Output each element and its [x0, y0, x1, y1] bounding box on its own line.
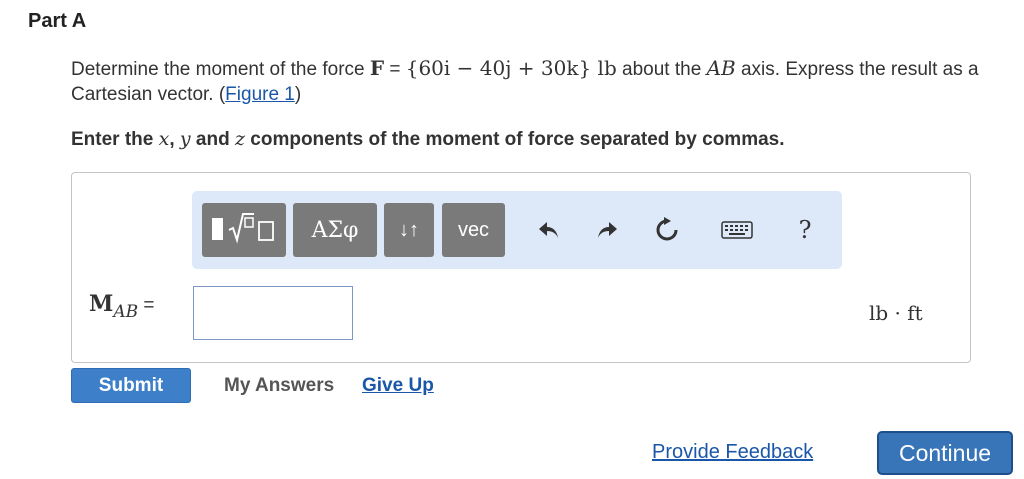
help-button[interactable]: ? [790, 215, 820, 245]
equals-sign: = [384, 59, 406, 80]
my-answers-button[interactable]: My Answers [224, 375, 334, 397]
instruction-and: and [190, 129, 235, 150]
instruction-text: Enter the x, y and z components of the m… [71, 128, 785, 151]
instruction-after: components of the moment of force separa… [245, 129, 785, 150]
templates-button[interactable] [202, 203, 286, 257]
templates-icon [209, 210, 279, 251]
force-unit: lb [591, 56, 617, 80]
reset-icon[interactable] [652, 215, 682, 245]
moment-symbol: M [89, 291, 114, 317]
keyboard-icon[interactable] [720, 215, 754, 245]
moment-equals: = [138, 295, 155, 316]
moment-input[interactable] [193, 286, 353, 340]
vec-button[interactable]: vec [442, 203, 505, 257]
give-up-link[interactable]: Give Up [362, 375, 434, 397]
continue-button[interactable]: Continue [877, 431, 1013, 475]
arrows-button[interactable]: ↓↑ [384, 203, 434, 257]
undo-icon[interactable] [534, 215, 564, 245]
question-text: Determine the moment of the force F = {6… [71, 56, 1016, 107]
moment-subscript: AB [113, 302, 139, 322]
var-y: y [179, 128, 191, 150]
greek-button[interactable]: ΑΣφ [293, 203, 377, 257]
submit-button[interactable]: Submit [71, 368, 191, 403]
force-symbol: F [369, 56, 385, 80]
question-text-middle: about the [616, 59, 707, 80]
moment-label: MAB = [89, 291, 155, 322]
var-z: z [234, 128, 245, 150]
answer-box: ΑΣφ ↓↑ vec ? MAB = lb · ft [71, 172, 971, 363]
figure-link[interactable]: Figure 1 [225, 84, 295, 105]
force-vector: {60i − 40j + 30k} [405, 56, 592, 80]
math-toolbar: ΑΣφ ↓↑ vec ? [192, 191, 842, 269]
var-x: x [158, 128, 170, 150]
instruction-comma: , [169, 129, 180, 150]
redo-icon[interactable] [592, 215, 622, 245]
close-paren: ) [294, 84, 302, 105]
provide-feedback-link[interactable]: Provide Feedback [652, 441, 813, 464]
instruction-before: Enter the [71, 129, 159, 150]
units-label: lb · ft [869, 301, 923, 325]
axis-label: AB [706, 56, 736, 80]
question-text-before: Determine the moment of the force [71, 59, 370, 80]
part-title: Part A [28, 10, 87, 32]
